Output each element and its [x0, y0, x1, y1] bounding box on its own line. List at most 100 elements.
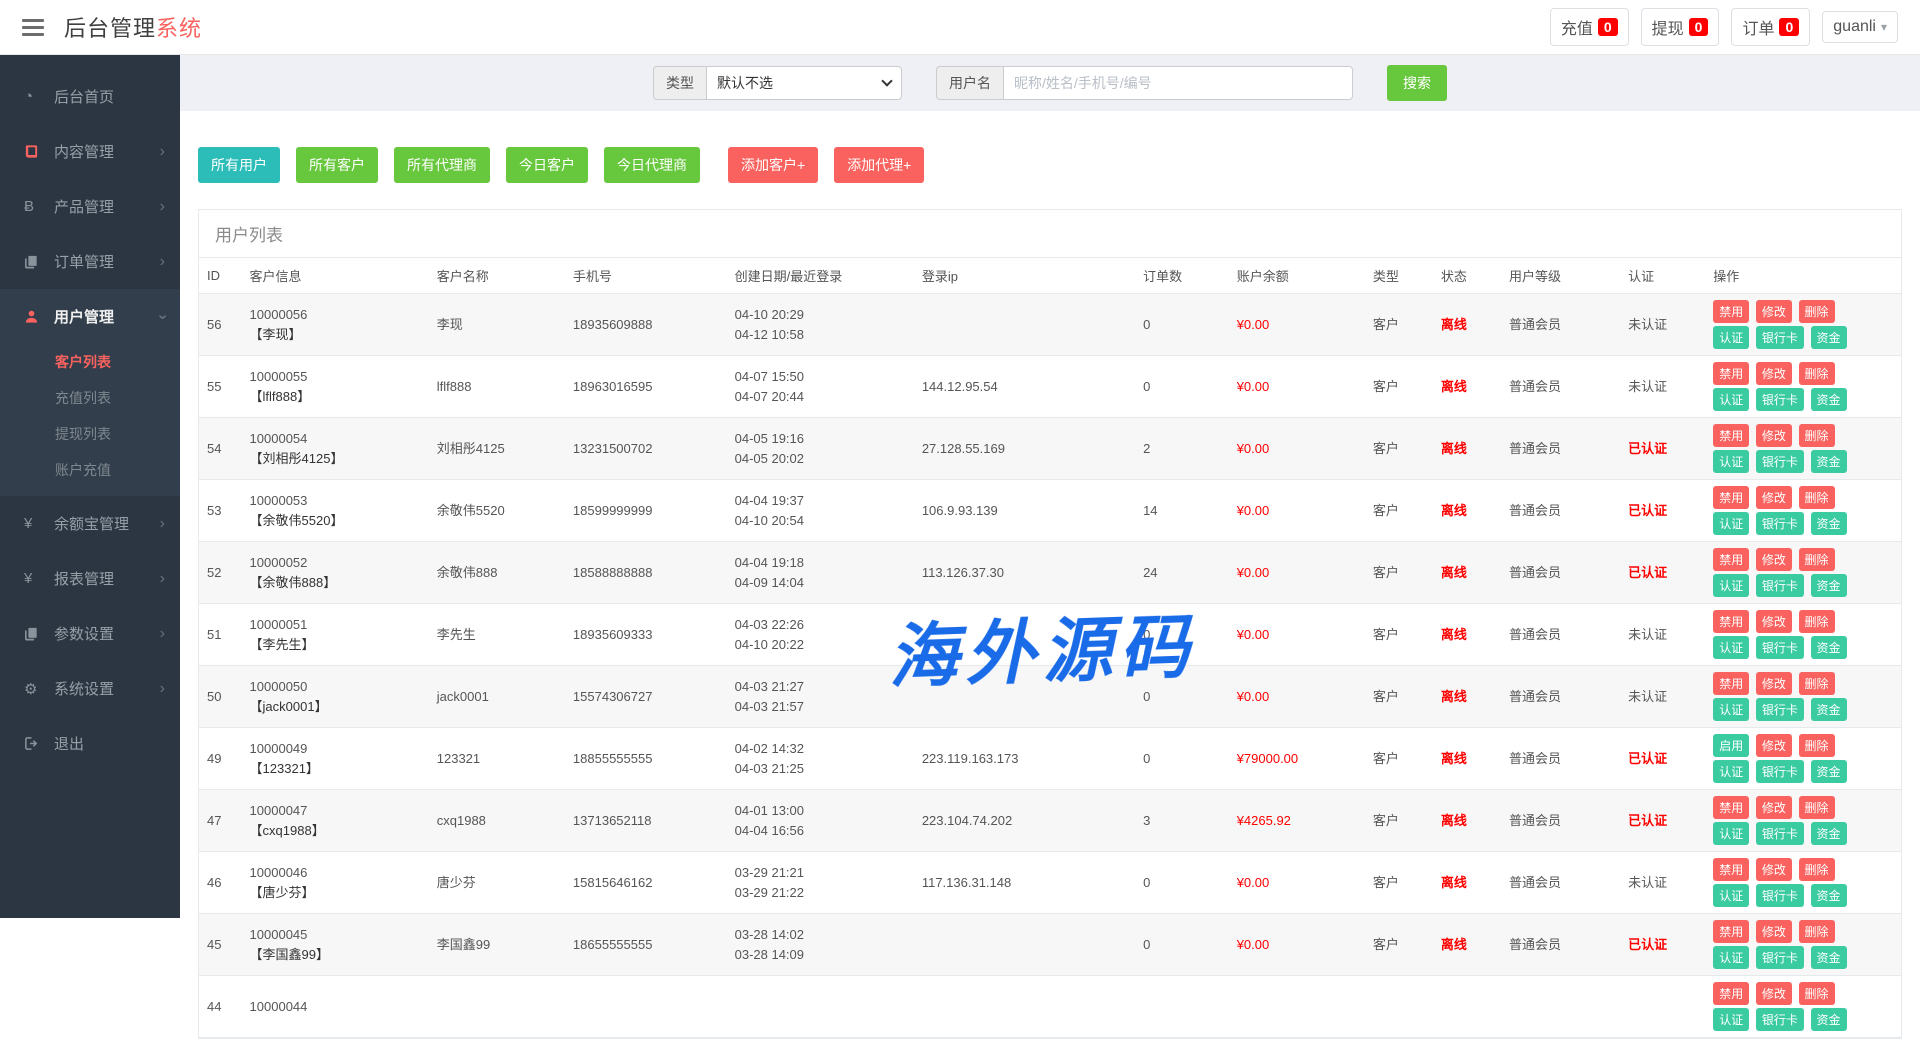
- sidebar-item-users[interactable]: 用户管理 ›: [0, 289, 180, 344]
- bankcard-button[interactable]: 银行卡: [1756, 512, 1804, 535]
- funds-button[interactable]: 资金: [1811, 698, 1847, 721]
- auth-button[interactable]: 认证: [1713, 388, 1749, 411]
- auth-button[interactable]: 认证: [1713, 1008, 1749, 1031]
- auth-button[interactable]: 认证: [1713, 698, 1749, 721]
- add-customer-button[interactable]: 添加客户+: [728, 147, 818, 183]
- disable-button[interactable]: 禁用: [1713, 486, 1749, 509]
- sidebar-item-yuebao[interactable]: ¥ 余额宝管理 ›: [0, 496, 180, 551]
- sidebar-item-logout[interactable]: 退出: [0, 716, 180, 771]
- edit-button[interactable]: 修改: [1756, 982, 1792, 1005]
- funds-button[interactable]: 资金: [1811, 636, 1847, 659]
- auth-button[interactable]: 认证: [1713, 450, 1749, 473]
- search-button[interactable]: 搜索: [1387, 65, 1447, 101]
- today-customers-button[interactable]: 今日客户: [506, 147, 588, 183]
- disable-button[interactable]: 禁用: [1713, 920, 1749, 943]
- edit-button[interactable]: 修改: [1756, 796, 1792, 819]
- funds-button[interactable]: 资金: [1811, 326, 1847, 349]
- funds-button[interactable]: 资金: [1811, 884, 1847, 907]
- bankcard-button[interactable]: 银行卡: [1756, 636, 1804, 659]
- sidebar-subitem-users-0[interactable]: 客户列表: [0, 344, 180, 380]
- edit-button[interactable]: 修改: [1756, 672, 1792, 695]
- disable-button[interactable]: 禁用: [1713, 672, 1749, 695]
- disable-button[interactable]: 禁用: [1713, 362, 1749, 385]
- auth-button[interactable]: 认证: [1713, 946, 1749, 969]
- delete-button[interactable]: 删除: [1799, 300, 1835, 323]
- auth-button[interactable]: 认证: [1713, 512, 1749, 535]
- bankcard-button[interactable]: 银行卡: [1756, 574, 1804, 597]
- all-agents-button[interactable]: 所有代理商: [394, 147, 490, 183]
- auth-button[interactable]: 认证: [1713, 884, 1749, 907]
- delete-button[interactable]: 删除: [1799, 672, 1835, 695]
- sidebar-item-system[interactable]: ⚙ 系统设置 ›: [0, 661, 180, 716]
- bankcard-button[interactable]: 银行卡: [1756, 1008, 1804, 1031]
- funds-button[interactable]: 资金: [1811, 574, 1847, 597]
- sidebar-subitem-users-3[interactable]: 账户充值: [0, 452, 180, 488]
- edit-button[interactable]: 修改: [1756, 424, 1792, 447]
- delete-button[interactable]: 删除: [1799, 858, 1835, 881]
- delete-button[interactable]: 删除: [1799, 982, 1835, 1005]
- bankcard-button[interactable]: 银行卡: [1756, 884, 1804, 907]
- edit-button[interactable]: 修改: [1756, 548, 1792, 571]
- edit-button[interactable]: 修改: [1756, 486, 1792, 509]
- delete-button[interactable]: 删除: [1799, 486, 1835, 509]
- menu-toggle-icon[interactable]: [22, 19, 44, 36]
- delete-button[interactable]: 删除: [1799, 610, 1835, 633]
- disable-button[interactable]: 禁用: [1713, 548, 1749, 571]
- bankcard-button[interactable]: 银行卡: [1756, 388, 1804, 411]
- type-select[interactable]: 默认不选: [706, 66, 902, 100]
- delete-button[interactable]: 删除: [1799, 548, 1835, 571]
- edit-button[interactable]: 修改: [1756, 858, 1792, 881]
- sidebar-item-reports[interactable]: ¥ 报表管理 ›: [0, 551, 180, 606]
- bankcard-button[interactable]: 银行卡: [1756, 326, 1804, 349]
- add-agent-button[interactable]: 添加代理+: [834, 147, 924, 183]
- delete-button[interactable]: 删除: [1799, 424, 1835, 447]
- orders-button[interactable]: 订单0: [1731, 8, 1810, 46]
- funds-button[interactable]: 资金: [1811, 450, 1847, 473]
- delete-button[interactable]: 删除: [1799, 362, 1835, 385]
- delete-button[interactable]: 删除: [1799, 734, 1835, 757]
- edit-button[interactable]: 修改: [1756, 920, 1792, 943]
- funds-button[interactable]: 资金: [1811, 760, 1847, 783]
- delete-button[interactable]: 删除: [1799, 920, 1835, 943]
- sidebar-item-params[interactable]: 参数设置 ›: [0, 606, 180, 661]
- funds-button[interactable]: 资金: [1811, 1008, 1847, 1031]
- bankcard-button[interactable]: 银行卡: [1756, 698, 1804, 721]
- auth-button[interactable]: 认证: [1713, 574, 1749, 597]
- delete-button[interactable]: 删除: [1799, 796, 1835, 819]
- disable-button[interactable]: 禁用: [1713, 858, 1749, 881]
- edit-button[interactable]: 修改: [1756, 300, 1792, 323]
- auth-button[interactable]: 认证: [1713, 326, 1749, 349]
- edit-button[interactable]: 修改: [1756, 362, 1792, 385]
- bankcard-button[interactable]: 银行卡: [1756, 822, 1804, 845]
- user-menu-button[interactable]: guanli▾: [1822, 11, 1898, 43]
- funds-button[interactable]: 资金: [1811, 388, 1847, 411]
- all-users-button[interactable]: 所有用户: [198, 147, 280, 183]
- enable-button[interactable]: 启用: [1713, 734, 1749, 757]
- recharge-button[interactable]: 充值0: [1550, 8, 1629, 46]
- sidebar-item-content[interactable]: 内容管理 ›: [0, 124, 180, 179]
- edit-button[interactable]: 修改: [1756, 610, 1792, 633]
- funds-button[interactable]: 资金: [1811, 822, 1847, 845]
- username-input[interactable]: [1003, 66, 1353, 100]
- today-agents-button[interactable]: 今日代理商: [604, 147, 700, 183]
- sidebar-item-products[interactable]: Ƀ 产品管理 ›: [0, 179, 180, 234]
- edit-button[interactable]: 修改: [1756, 734, 1792, 757]
- disable-button[interactable]: 禁用: [1713, 796, 1749, 819]
- sidebar-subitem-users-2[interactable]: 提现列表: [0, 416, 180, 452]
- auth-button[interactable]: 认证: [1713, 822, 1749, 845]
- funds-button[interactable]: 资金: [1811, 512, 1847, 535]
- disable-button[interactable]: 禁用: [1713, 610, 1749, 633]
- auth-button[interactable]: 认证: [1713, 636, 1749, 659]
- all-customers-button[interactable]: 所有客户: [296, 147, 378, 183]
- sidebar-item-home[interactable]: ◔ 后台首页: [0, 69, 180, 124]
- disable-button[interactable]: 禁用: [1713, 982, 1749, 1005]
- sidebar-subitem-users-1[interactable]: 充值列表: [0, 380, 180, 416]
- bankcard-button[interactable]: 银行卡: [1756, 450, 1804, 473]
- auth-button[interactable]: 认证: [1713, 760, 1749, 783]
- bankcard-button[interactable]: 银行卡: [1756, 946, 1804, 969]
- bankcard-button[interactable]: 银行卡: [1756, 760, 1804, 783]
- sidebar-item-orders[interactable]: 订单管理 ›: [0, 234, 180, 289]
- withdraw-button[interactable]: 提现0: [1641, 8, 1720, 46]
- disable-button[interactable]: 禁用: [1713, 300, 1749, 323]
- disable-button[interactable]: 禁用: [1713, 424, 1749, 447]
